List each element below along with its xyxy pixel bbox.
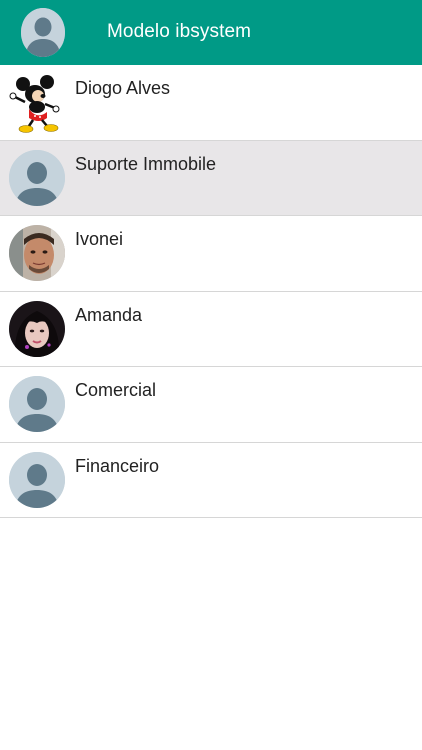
photo-avatar-woman (9, 300, 65, 357)
contact-item-comercial[interactable]: Comercial (0, 367, 422, 443)
contact-name: Diogo Alves (75, 78, 171, 98)
header-user-avatar[interactable] (21, 8, 65, 57)
app-window: Modelo ibsystem Diogo Alves Suporte Immo… (0, 0, 422, 750)
contact-list: Diogo Alves Suporte Immobile Ivonei Aman… (0, 65, 422, 518)
header-title: Modelo ibsystem (107, 21, 252, 42)
contact-item-diogo-alves[interactable]: Diogo Alves (0, 65, 422, 141)
contact-item-financeiro[interactable]: Financeiro (0, 442, 422, 518)
contact-name: Suporte Immobile (75, 153, 217, 174)
cartoon-mouse-avatar (9, 74, 65, 133)
contact-name: Amanda (75, 304, 143, 325)
default-user-icon (21, 8, 65, 57)
photo-avatar-man (9, 225, 65, 281)
contact-name: Financeiro (75, 455, 160, 476)
default-user-icon (9, 149, 65, 206)
default-user-icon (9, 451, 65, 508)
contact-name: Ivonei (75, 229, 124, 249)
default-user-icon (9, 376, 65, 432)
contact-name: Comercial (75, 380, 157, 400)
contact-item-suporte-immobile[interactable]: Suporte Immobile (0, 140, 422, 216)
contact-item-amanda[interactable]: Amanda (0, 291, 422, 367)
app-header: Modelo ibsystem (0, 0, 422, 65)
contact-item-ivonei[interactable]: Ivonei (0, 216, 422, 292)
